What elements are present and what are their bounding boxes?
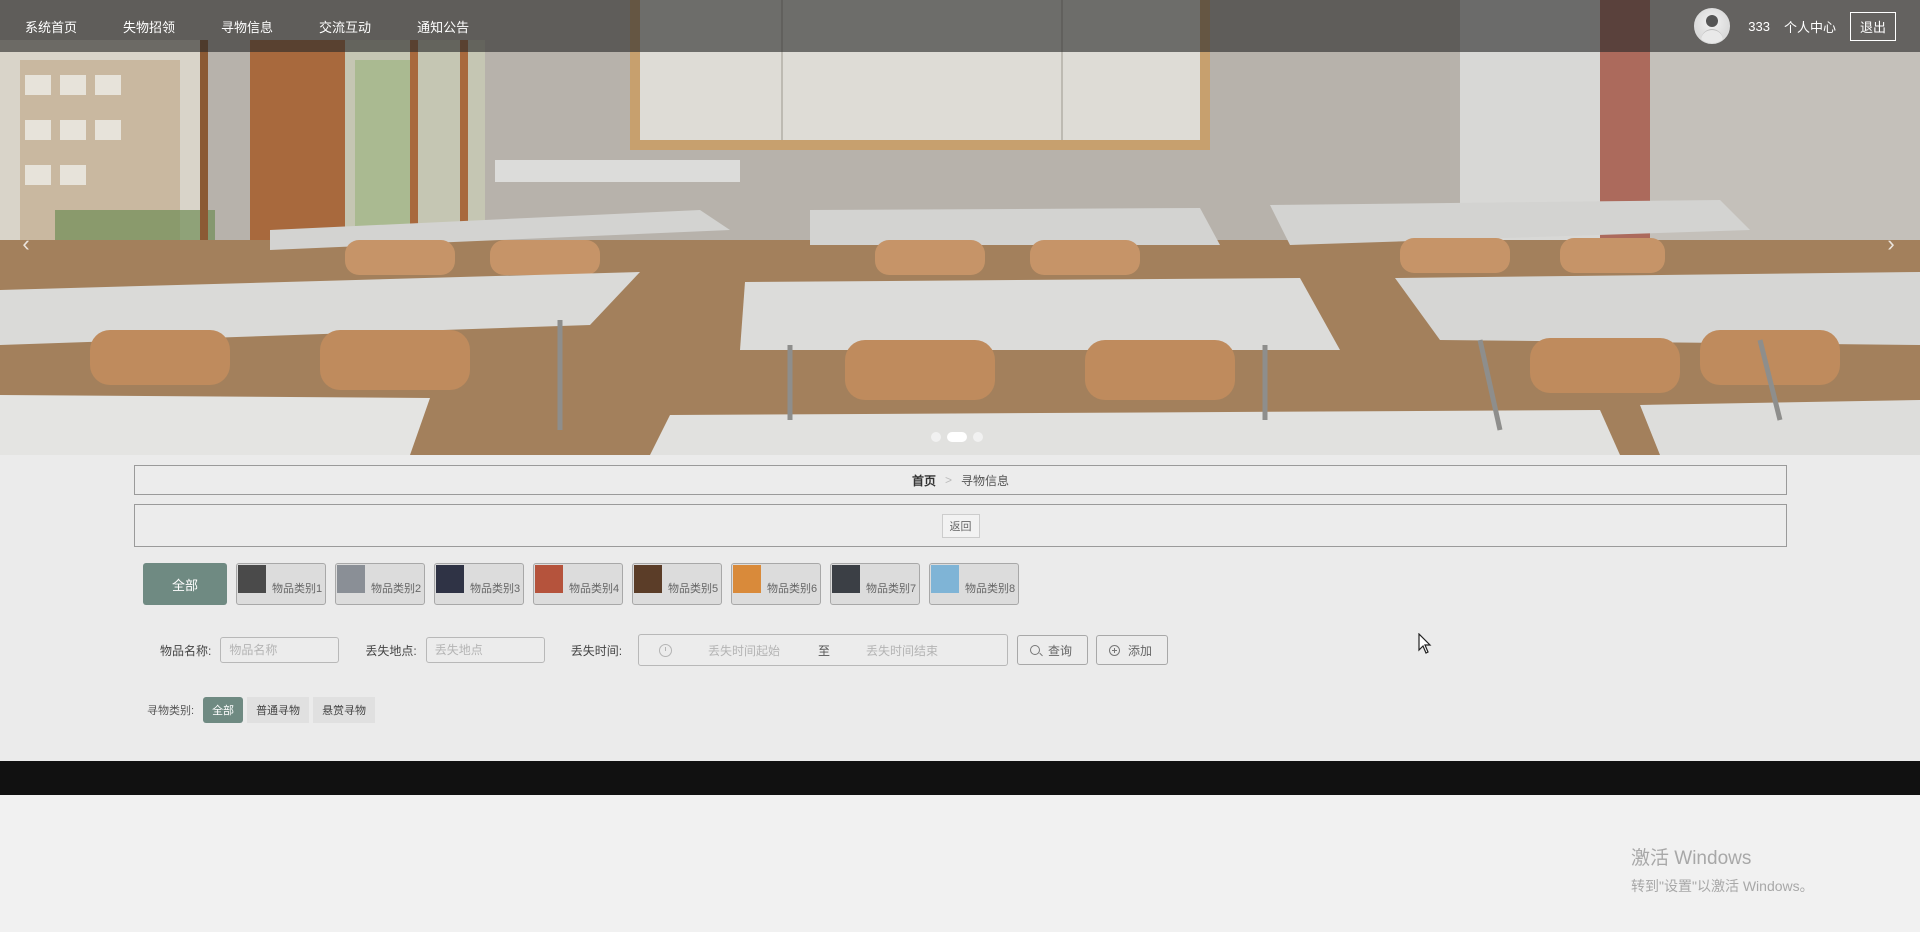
query-button-label: 查询 (1048, 643, 1073, 658)
clock-icon (659, 643, 673, 657)
add-button-label: 添加 (1128, 643, 1153, 658)
breadcrumb-home[interactable]: 首页 (912, 472, 936, 489)
lost-time-range-picker[interactable]: 丢失时间起始 至 丢失时间结束 (638, 634, 1009, 666)
category-thumbnail (535, 565, 563, 593)
category-tab-1[interactable]: 物品类别1 (236, 563, 326, 605)
footer-bar (0, 761, 1920, 795)
carousel-prev-arrow[interactable]: ‹ (14, 232, 38, 256)
category-label: 物品类别3 (470, 583, 521, 595)
category-thumbnail (634, 565, 662, 593)
category-label: 物品类别4 (569, 583, 620, 595)
mouse-pointer-icon (1418, 633, 1432, 654)
category-thumbnail (337, 565, 365, 593)
item-name-label: 物品名称: (160, 643, 212, 658)
category-tab-5[interactable]: 物品类别5 (632, 563, 722, 605)
carousel-next-arrow[interactable]: › (1879, 232, 1903, 256)
category-label: 物品类别2 (371, 583, 422, 595)
category-all-tab[interactable]: 全部 (143, 563, 227, 605)
search-icon (1030, 645, 1041, 655)
nav-item-notices[interactable]: 通知公告 (417, 17, 469, 36)
carousel-dot[interactable] (973, 432, 983, 442)
time-end-placeholder[interactable]: 丢失时间结束 (866, 642, 938, 659)
seek-type-label: 寻物类别: (147, 705, 195, 717)
filter-chip-all[interactable]: 全部 (203, 697, 244, 723)
category-thumbnail (832, 565, 860, 593)
user-area: 333 个人中心 退出 (1694, 0, 1896, 52)
user-name: 333 (1748, 18, 1770, 34)
category-tabs: 全部 物品类别1 物品类别2 物品类别3 物品类别4 物品类别5 物品类别6 物… (143, 563, 1019, 605)
category-thumbnail (931, 565, 959, 593)
category-tab-2[interactable]: 物品类别2 (335, 563, 425, 605)
query-button[interactable]: 查询 (1017, 635, 1089, 665)
category-tab-8[interactable]: 物品类别8 (929, 563, 1019, 605)
carousel-indicators (931, 432, 983, 442)
category-label: 物品类别7 (866, 583, 917, 595)
breadcrumb-separator: > (944, 473, 952, 487)
hero-carousel: ‹ › (0, 0, 1920, 455)
lost-place-label: 丢失地点: (365, 643, 417, 658)
filter-chip-normal[interactable]: 普通寻物 (247, 697, 310, 723)
back-bar: 返回 (134, 504, 1787, 547)
category-thumbnail (238, 565, 266, 593)
category-tab-6[interactable]: 物品类别6 (731, 563, 821, 605)
category-tab-3[interactable]: 物品类别3 (434, 563, 524, 605)
back-button[interactable]: 返回 (941, 513, 980, 538)
top-navigation: 系统首页 失物招领 寻物信息 交流互动 通知公告 333 个人中心 退出 (0, 0, 1920, 52)
logout-button[interactable]: 退出 (1849, 11, 1896, 41)
seek-type-filter: 寻物类别: 全部 普通寻物 悬赏寻物 (147, 697, 379, 723)
category-thumbnail (733, 565, 761, 593)
category-label: 物品类别6 (767, 583, 818, 595)
windows-activation-watermark: 激活 Windows 转到"设置"以激活 Windows。 (1631, 843, 1814, 896)
nav-item-lost-found[interactable]: 失物招领 (123, 17, 175, 36)
search-form: 物品名称: 丢失地点: 丢失时间: 丢失时间起始 至 丢失时间结束 查询 添加 (160, 634, 1169, 666)
category-thumbnail (436, 565, 464, 593)
breadcrumb: 首页 > 寻物信息 (134, 465, 1787, 495)
carousel-dot[interactable] (931, 432, 941, 442)
personal-center-link[interactable]: 个人中心 (1784, 17, 1836, 36)
item-name-input[interactable] (220, 637, 340, 663)
breadcrumb-current: 寻物信息 (961, 473, 1010, 488)
category-label: 物品类别5 (668, 583, 719, 595)
nav-item-home[interactable]: 系统首页 (25, 17, 77, 36)
category-label: 物品类别1 (272, 583, 323, 595)
carousel-dot-active[interactable] (947, 432, 967, 442)
nav-item-interaction[interactable]: 交流互动 (319, 17, 371, 36)
plus-circle-icon (1109, 644, 1121, 656)
category-tab-7[interactable]: 物品类别7 (830, 563, 920, 605)
lost-place-input[interactable] (425, 637, 545, 663)
time-start-placeholder[interactable]: 丢失时间起始 (708, 642, 818, 659)
category-tab-4[interactable]: 物品类别4 (533, 563, 623, 605)
lost-time-label: 丢失时间: (570, 643, 623, 658)
watermark-title: 激活 Windows (1631, 848, 1752, 869)
time-range-separator: 至 (818, 643, 831, 658)
avatar[interactable] (1694, 8, 1731, 44)
add-button[interactable]: 添加 (1096, 635, 1169, 665)
category-label: 物品类别8 (965, 583, 1016, 595)
classroom-photo (0, 0, 1920, 455)
watermark-subtitle: 转到"设置"以激活 Windows。 (1631, 878, 1814, 894)
nav-item-seek-info[interactable]: 寻物信息 (221, 17, 273, 36)
filter-chip-reward[interactable]: 悬赏寻物 (313, 697, 376, 723)
